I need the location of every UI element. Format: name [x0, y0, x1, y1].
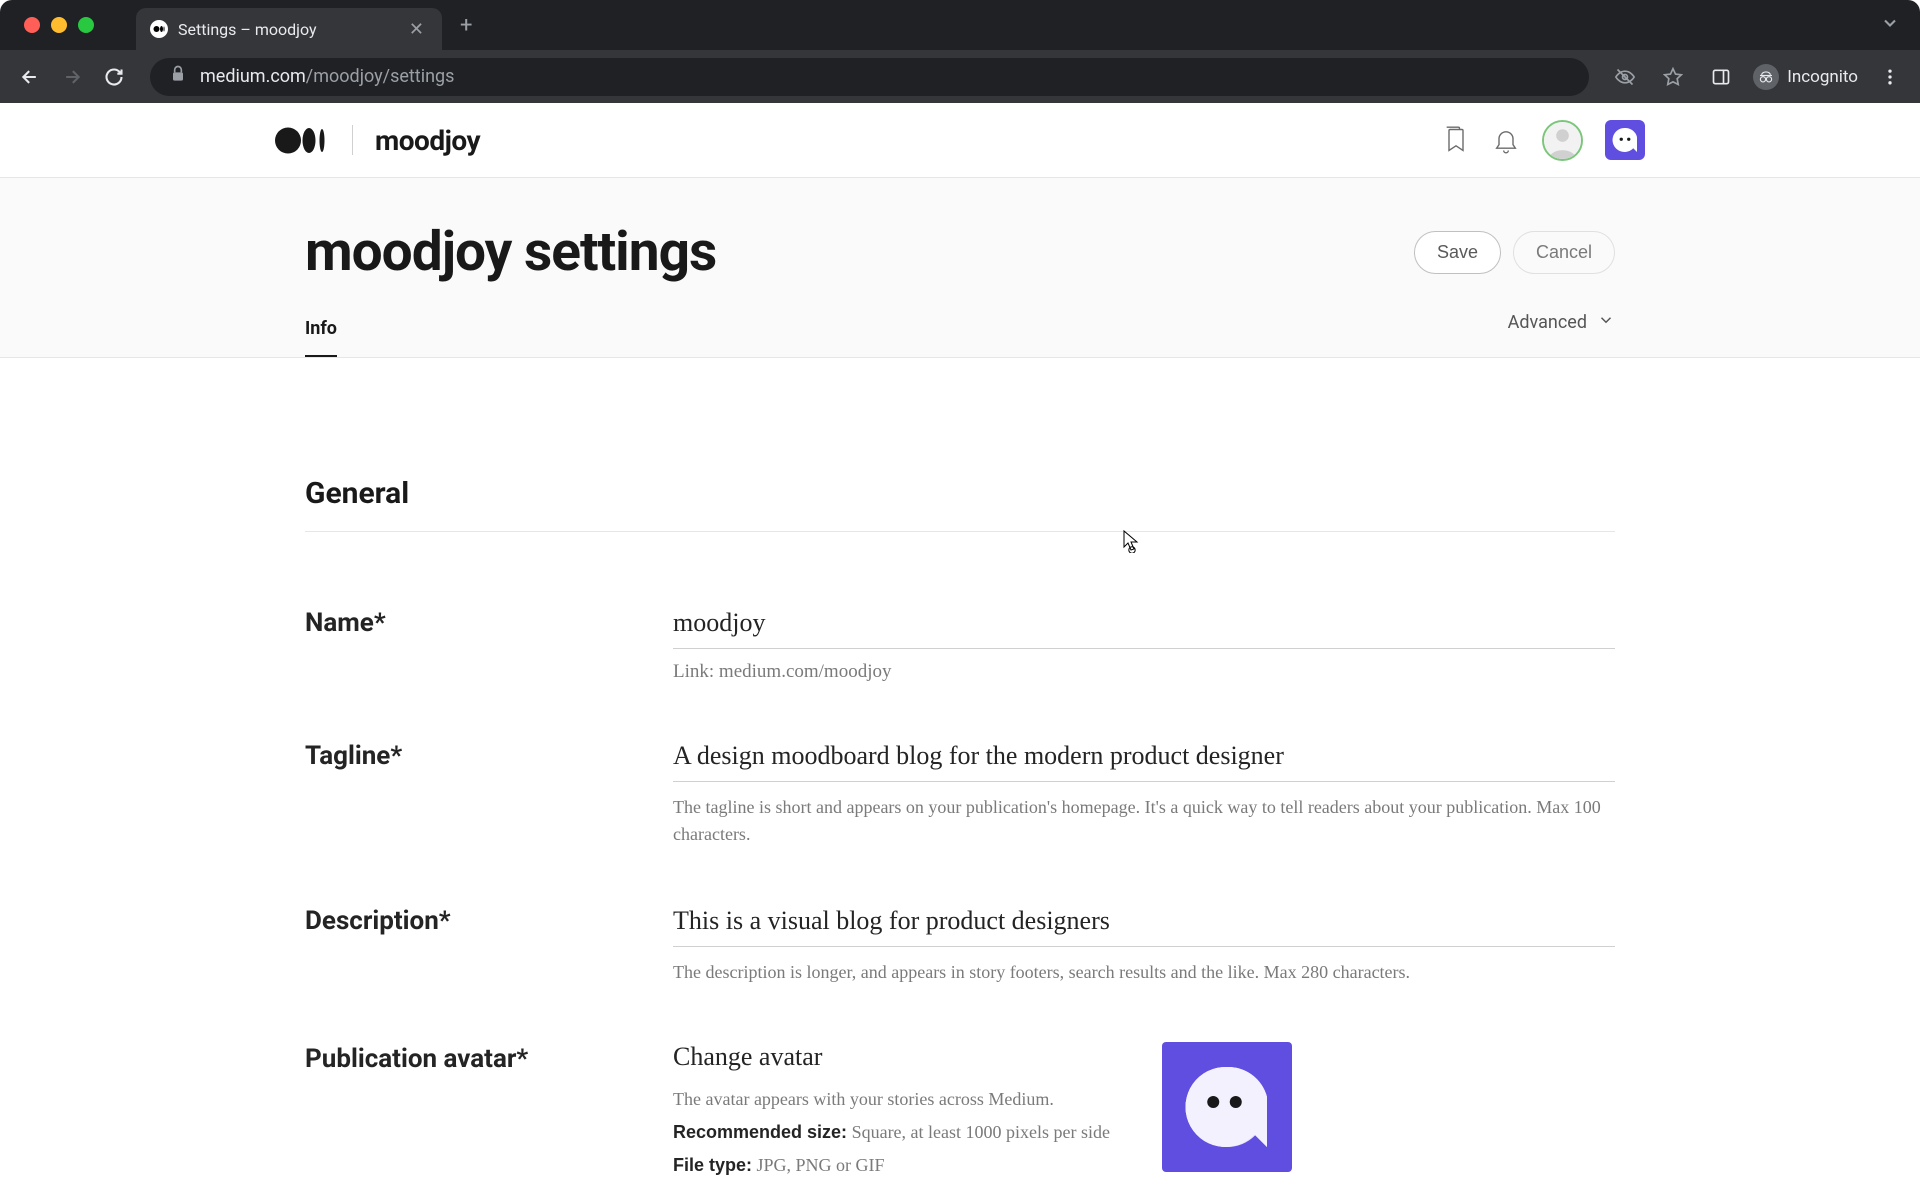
incognito-indicator[interactable]: Incognito [1753, 64, 1858, 90]
panel-icon[interactable] [1705, 61, 1737, 93]
incognito-label: Incognito [1787, 67, 1858, 87]
reload-button[interactable] [98, 61, 130, 93]
description-input[interactable] [673, 904, 1615, 947]
kebab-menu-icon[interactable] [1874, 61, 1906, 93]
new-tab-button[interactable]: + [460, 13, 472, 38]
cancel-button[interactable]: Cancel [1513, 231, 1615, 274]
bell-icon[interactable] [1492, 126, 1520, 154]
incognito-icon [1753, 64, 1779, 90]
url-host: medium.com [200, 66, 306, 87]
address-bar: medium.com/moodjoy/settings Incognito [0, 50, 1920, 103]
tagline-input[interactable] [673, 739, 1615, 782]
window-maximize-button[interactable] [78, 17, 94, 33]
url-input[interactable]: medium.com/moodjoy/settings [150, 58, 1589, 96]
tab-favicon-icon [150, 20, 168, 38]
window-controls [10, 17, 94, 33]
tab-title: Settings – moodjoy [178, 20, 405, 39]
name-input[interactable] [673, 606, 1615, 649]
user-avatar[interactable] [1542, 120, 1583, 161]
advanced-toggle[interactable]: Advanced [1508, 311, 1615, 350]
tabs-dropdown-icon[interactable] [1880, 13, 1900, 37]
description-hint: The description is longer, and appears i… [673, 959, 1615, 986]
avatar-preview[interactable] [1162, 1042, 1292, 1172]
avatar-label: Publication avatar* [305, 1042, 673, 1074]
field-tagline: Tagline* The tagline is short and appear… [305, 683, 1615, 848]
field-avatar: Publication avatar* Change avatar The av… [305, 986, 1615, 1179]
tagline-hint: The tagline is short and appears on your… [673, 794, 1615, 848]
avatar-hint-filetype: File type: JPG, PNG or GIF [673, 1152, 1110, 1179]
name-label: Name* [305, 606, 673, 638]
name-link-hint: Link: medium.com/moodjoy [673, 661, 1615, 683]
page-title: moodjoy settings [305, 220, 716, 284]
title-section: moodjoy settings Save Cancel Info Advanc… [0, 178, 1920, 358]
chevron-down-icon [1597, 311, 1615, 334]
field-name: Name* Link: medium.com/moodjoy [305, 532, 1615, 683]
header-divider [352, 125, 353, 155]
save-button[interactable]: Save [1414, 231, 1501, 274]
avatar-hint-1: The avatar appears with your stories acr… [673, 1086, 1110, 1113]
advanced-label: Advanced [1508, 312, 1587, 333]
section-general-heading: General [305, 358, 1615, 532]
eye-off-icon[interactable] [1609, 61, 1641, 93]
back-button[interactable] [14, 61, 46, 93]
url-path: /moodjoy/settings [306, 66, 455, 87]
description-label: Description* [305, 904, 673, 936]
browser-tab[interactable]: Settings – moodjoy ✕ [136, 8, 442, 50]
tabs-row: Info Advanced [305, 304, 1615, 357]
publication-name[interactable]: moodjoy [375, 124, 480, 157]
star-icon[interactable] [1657, 61, 1689, 93]
settings-form: General Name* Link: medium.com/moodjoy T… [275, 358, 1645, 1179]
medium-logo-icon[interactable] [275, 125, 330, 156]
forward-button[interactable] [56, 61, 88, 93]
avatar-hint-size: Recommended size: Square, at least 1000 … [673, 1119, 1110, 1146]
window-minimize-button[interactable] [51, 17, 67, 33]
tab-close-button[interactable]: ✕ [405, 19, 428, 40]
change-avatar-heading: Change avatar [673, 1042, 1110, 1072]
tab-bar: Settings – moodjoy ✕ + [0, 0, 1920, 50]
page-content: moodjoy moodjoy settings [0, 103, 1920, 1200]
publication-avatar-small[interactable] [1605, 120, 1645, 160]
site-header: moodjoy [0, 103, 1920, 178]
bookmark-icon[interactable] [1442, 126, 1470, 154]
field-description: Description* The description is longer, … [305, 848, 1615, 986]
browser-action-icons: Incognito [1609, 61, 1906, 93]
window-close-button[interactable] [24, 17, 40, 33]
browser-chrome: Settings – moodjoy ✕ + medium.com/moodjo… [0, 0, 1920, 103]
tab-info[interactable]: Info [305, 304, 337, 357]
lock-icon [168, 64, 188, 89]
tagline-label: Tagline* [305, 739, 673, 771]
